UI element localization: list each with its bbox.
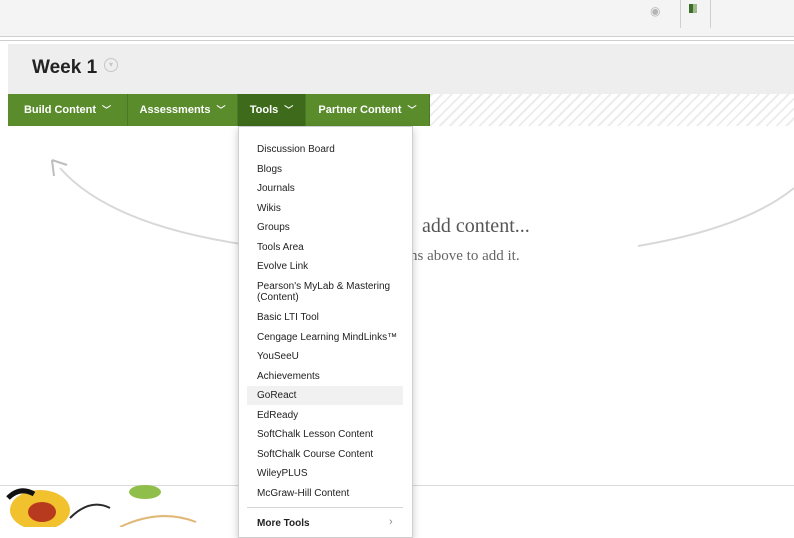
menu-item-softchalk-course[interactable]: SoftChalk Course Content bbox=[257, 449, 407, 460]
right-arc bbox=[637, 187, 794, 247]
menu-item-cengage-mindlinks[interactable]: Cengage Learning MindLinks™ bbox=[257, 332, 407, 343]
menu-item-evolve-link[interactable]: Evolve Link bbox=[257, 261, 407, 272]
menu-item-softchalk-lesson[interactable]: SoftChalk Lesson Content bbox=[257, 429, 407, 440]
menu-item-mcgraw-hill[interactable]: McGraw-Hill Content bbox=[257, 488, 407, 499]
menu-item-journals[interactable]: Journals bbox=[257, 183, 407, 194]
banner-shape bbox=[129, 485, 161, 499]
banner-shape bbox=[119, 515, 197, 527]
empty-state-heading: add content... bbox=[422, 215, 530, 237]
banner-shape bbox=[69, 503, 111, 519]
banner-shape bbox=[28, 502, 56, 522]
menu-item-youseeu[interactable]: YouSeeU bbox=[257, 351, 407, 362]
menu-item-achievements[interactable]: Achievements bbox=[257, 371, 407, 382]
menu-item-wileyplus[interactable]: WileyPLUS bbox=[257, 468, 407, 479]
decorative-banner-art bbox=[6, 485, 197, 527]
menu-item-goreact[interactable]: GoReact bbox=[257, 390, 407, 401]
menu-item-wikis[interactable]: Wikis bbox=[257, 203, 407, 214]
menu-item-basic-lti-tool[interactable]: Basic LTI Tool bbox=[257, 312, 407, 323]
empty-state-subtext: ns above to add it. bbox=[410, 248, 520, 264]
menu-item-discussion-board[interactable]: Discussion Board bbox=[257, 144, 407, 155]
menu-item-tools-area[interactable]: Tools Area bbox=[257, 242, 407, 253]
menu-item-edready[interactable]: EdReady bbox=[257, 410, 407, 421]
menu-item-groups[interactable]: Groups bbox=[257, 222, 407, 233]
left-arc bbox=[59, 167, 249, 246]
tools-dropdown-menu: Discussion Board Blogs Journals Wikis Gr… bbox=[238, 126, 413, 538]
menu-item-blogs[interactable]: Blogs bbox=[257, 164, 407, 175]
divider bbox=[247, 507, 403, 508]
more-tools-item[interactable]: More Tools bbox=[257, 518, 310, 529]
chevron-right-icon: › bbox=[389, 516, 393, 528]
menu-item-pearson-mylab[interactable]: Pearson's MyLab & Mastering (Content) bbox=[257, 281, 407, 303]
